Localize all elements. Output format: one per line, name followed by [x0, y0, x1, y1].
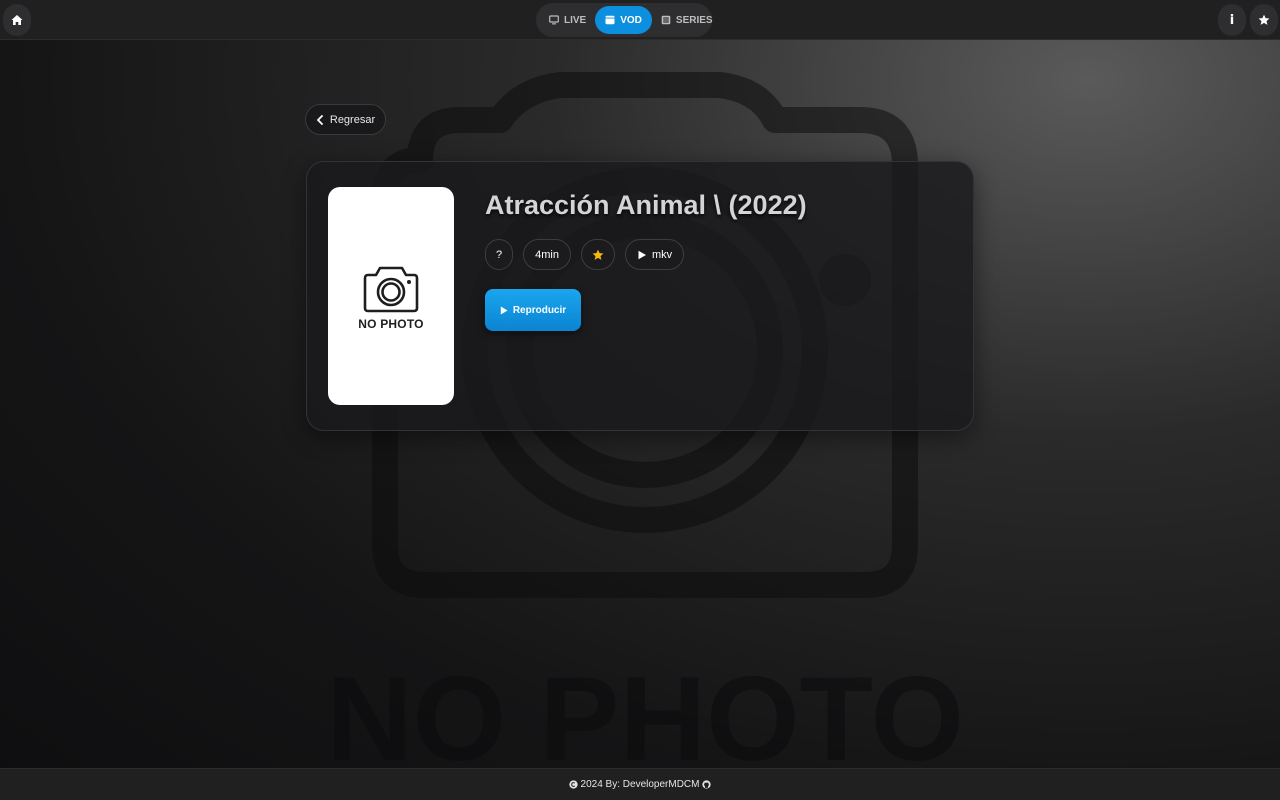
vod-detail-card: NO PHOTO Atracción Animal \ (2022) ? 4mi… — [306, 161, 974, 431]
content-type-nav: LIVE VOD SERIES — [536, 3, 713, 37]
rating-badge: ? — [485, 239, 514, 270]
home-button[interactable] — [3, 4, 31, 36]
movie-meta-chips: ? 4min mkv — [485, 239, 685, 270]
tab-series-label: SERIES — [675, 14, 713, 26]
movie-title: Atracción Animal \ (2022) — [485, 190, 807, 220]
favorites-button[interactable] — [1250, 4, 1278, 36]
rating-value: ? — [496, 248, 503, 261]
back-button-label: Regresar — [329, 113, 376, 126]
duration-value: 4min — [535, 248, 559, 261]
series-icon — [661, 15, 671, 25]
play-button[interactable]: Reproducir — [485, 289, 581, 331]
play-icon — [638, 250, 646, 259]
tab-live[interactable]: LIVE — [540, 6, 595, 34]
tab-series[interactable]: SERIES — [652, 6, 722, 34]
top-bar: LIVE VOD SERIES i — [0, 0, 1280, 40]
back-button[interactable]: Regresar — [305, 104, 386, 135]
poster-no-photo-text: NO PHOTO — [358, 317, 424, 331]
format-badge: mkv — [624, 239, 685, 270]
home-icon — [11, 15, 23, 25]
copyright-icon — [568, 780, 578, 789]
info-icon: i — [1229, 12, 1235, 28]
film-icon — [605, 15, 615, 25]
background-watermark-text: NO PHOTO — [326, 652, 964, 768]
footer-text: 2024 By: DeveloperMDCM — [580, 779, 700, 790]
footer: 2024 By: DeveloperMDCM — [0, 768, 1280, 800]
play-button-label: Reproducir — [512, 304, 567, 316]
star-icon — [1258, 14, 1270, 25]
camera-icon — [363, 266, 419, 313]
github-icon[interactable] — [702, 780, 712, 789]
poster-placeholder: NO PHOTO — [328, 187, 454, 405]
tab-live-label: LIVE — [564, 14, 587, 26]
favorite-toggle[interactable] — [580, 239, 615, 270]
format-value: mkv — [651, 248, 673, 261]
duration-badge: 4min — [523, 239, 571, 270]
tv-icon — [549, 15, 559, 25]
tab-vod[interactable]: VOD — [595, 6, 652, 34]
star-icon — [592, 249, 604, 260]
info-button[interactable]: i — [1218, 4, 1246, 36]
tab-vod-label: VOD — [620, 14, 642, 26]
chevron-left-icon — [316, 114, 323, 125]
play-icon — [500, 306, 508, 314]
